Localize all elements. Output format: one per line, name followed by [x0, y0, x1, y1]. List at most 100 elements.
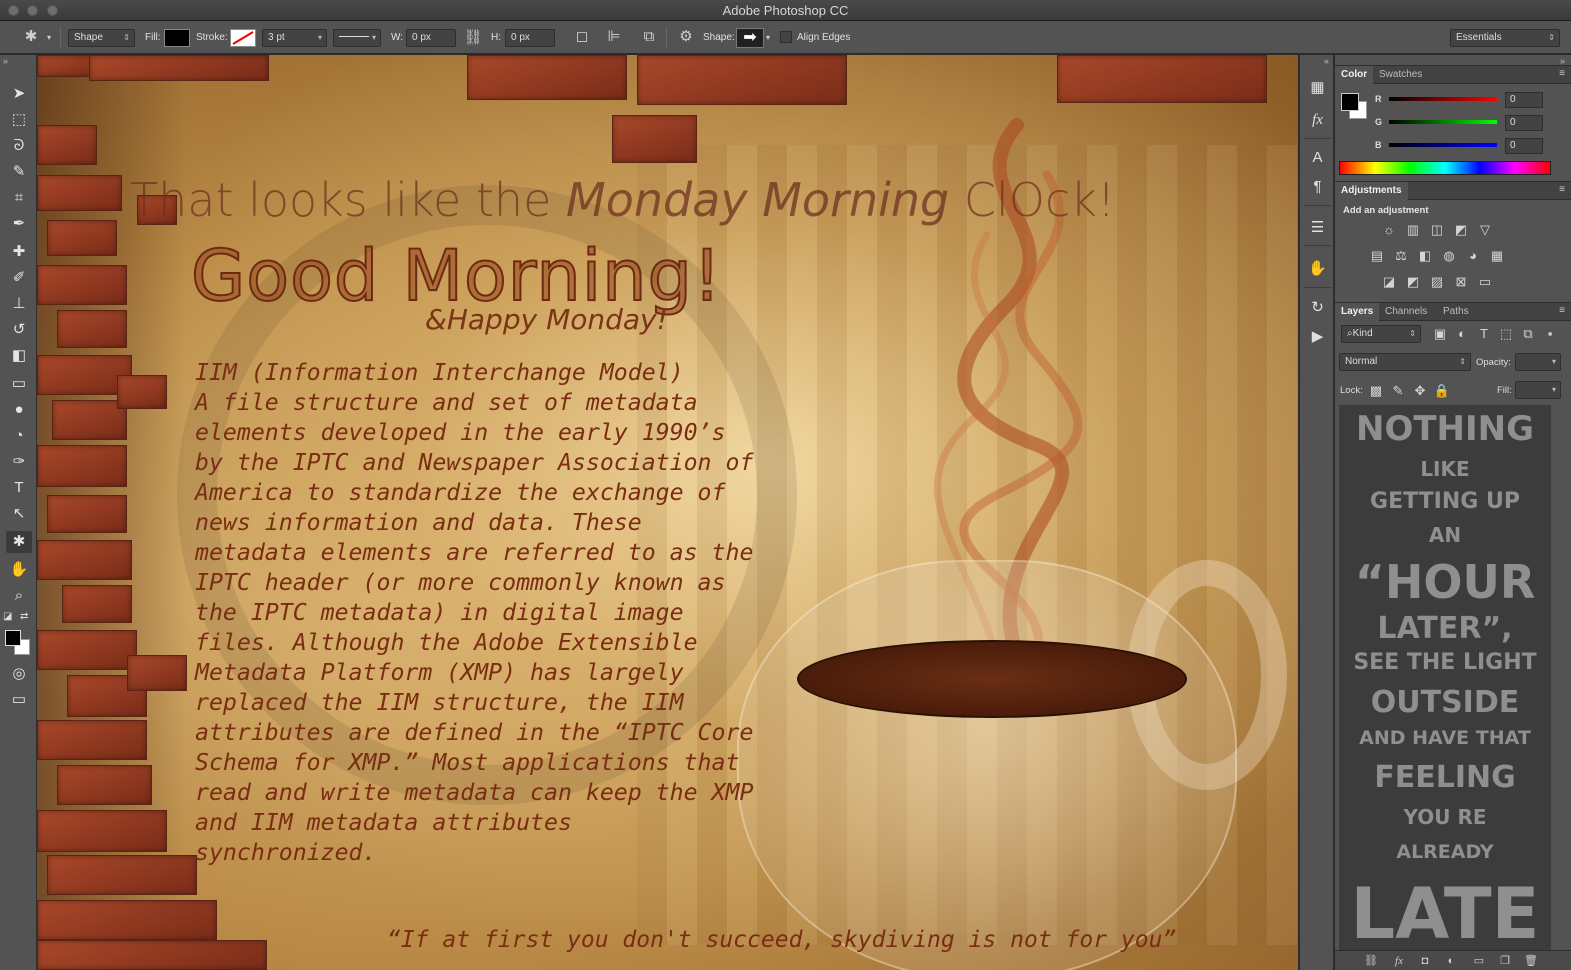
document-canvas[interactable]: That looks like the Monday Morning ClOck…: [37, 55, 1298, 970]
brightness-contrast-icon[interactable]: ☼: [1380, 222, 1398, 238]
stroke-swatch[interactable]: [230, 29, 256, 47]
fill-opacity-input[interactable]: ▾: [1515, 381, 1561, 399]
lock-transparent-icon[interactable]: ▩: [1367, 383, 1385, 399]
collapse-dock-icon[interactable]: «: [1324, 56, 1329, 66]
workspace-select[interactable]: Essentials ⇕: [1450, 29, 1560, 47]
path-arrangement-icon[interactable]: ⧉: [638, 29, 660, 45]
pen-tool[interactable]: ✑: [6, 451, 32, 473]
gradient-tool[interactable]: ▭: [6, 373, 32, 395]
healing-brush-tool[interactable]: ✚: [6, 241, 32, 263]
custom-shape-tool-preset-icon[interactable]: ✱: [20, 29, 42, 45]
tab-adjustments[interactable]: Adjustments: [1335, 182, 1408, 200]
path-select-tool[interactable]: ↖: [6, 503, 32, 525]
posterize-icon[interactable]: ◩: [1404, 274, 1422, 290]
dodge-tool[interactable]: ◔: [6, 425, 32, 447]
delete-layer-icon[interactable]: 🗑: [1523, 953, 1539, 969]
panel-menu-icon[interactable]: ≡: [1559, 68, 1565, 79]
height-input[interactable]: 0 px: [505, 29, 555, 47]
stroke-type-select[interactable]: ▾: [333, 29, 381, 47]
color-spectrum-ramp[interactable]: [1339, 161, 1551, 175]
shape-picker-chevron-icon[interactable]: ▾: [764, 30, 772, 46]
eyedropper-tool[interactable]: ✒: [6, 213, 32, 235]
blur-tool[interactable]: ●: [6, 399, 32, 421]
quick-select-tool[interactable]: ✎: [6, 161, 32, 183]
selective-color-icon[interactable]: ▭: [1476, 274, 1494, 290]
fill-swatch[interactable]: [164, 29, 190, 47]
link-dimensions-icon[interactable]: ⛓: [463, 30, 483, 46]
history-panel-icon[interactable]: ▦: [1305, 77, 1330, 99]
filter-toggle-icon[interactable]: ▪: [1541, 326, 1559, 342]
lock-pixels-icon[interactable]: ✎: [1389, 383, 1407, 399]
subgreeting-text[interactable]: &Happy Monday!: [425, 303, 668, 336]
brush-tool[interactable]: ✐: [6, 267, 32, 289]
threshold-icon[interactable]: ▨: [1428, 274, 1446, 290]
iim-body-text[interactable]: IIM (Information Interchange Model) A fi…: [195, 358, 795, 868]
history-brush-tool[interactable]: ↺: [6, 319, 32, 341]
panel-menu-icon[interactable]: ≡: [1559, 184, 1565, 195]
swap-colors-icon[interactable]: ⇄: [20, 611, 28, 622]
add-layer-mask-icon[interactable]: ◘: [1417, 953, 1433, 969]
clone-stamp-tool[interactable]: ⊥: [6, 293, 32, 315]
arrow-right-icon[interactable]: ➡: [736, 28, 764, 48]
panel-menu-icon[interactable]: ≡: [1559, 305, 1565, 316]
tab-paths[interactable]: Paths: [1437, 303, 1475, 321]
character-panel-icon[interactable]: A: [1305, 147, 1330, 169]
red-value-input[interactable]: 0: [1505, 92, 1543, 108]
gradient-map-icon[interactable]: ⊠: [1452, 274, 1470, 290]
tab-color[interactable]: Color: [1335, 66, 1374, 84]
black-white-icon[interactable]: ◧: [1416, 248, 1434, 264]
align-edges-checkbox[interactable]: [780, 31, 792, 43]
quick-mask-icon[interactable]: ◎: [6, 663, 32, 685]
tool-preset-chevron-icon[interactable]: ▾: [44, 30, 54, 46]
filter-pixel-icon[interactable]: ▣: [1431, 326, 1449, 342]
filter-type-icon[interactable]: T: [1475, 326, 1493, 342]
custom-shape-tool[interactable]: ✱: [6, 531, 32, 553]
color-balance-icon[interactable]: ⚖: [1392, 248, 1410, 264]
hue-saturation-icon[interactable]: ▤: [1368, 248, 1386, 264]
move-tool[interactable]: ➤: [6, 83, 32, 105]
timeline-panel-icon[interactable]: ↻: [1305, 297, 1330, 319]
filter-adjustment-icon[interactable]: ◐: [1453, 326, 1471, 342]
gear-icon[interactable]: ⚙: [676, 29, 696, 45]
color-lookup-icon[interactable]: ▦: [1488, 248, 1506, 264]
filter-smart-object-icon[interactable]: ⧉: [1519, 326, 1537, 342]
lock-position-icon[interactable]: ✥: [1411, 383, 1429, 399]
exposure-icon[interactable]: ◩: [1452, 222, 1470, 238]
crop-tool[interactable]: ⌗: [6, 187, 32, 209]
path-alignment-icon[interactable]: ⊫: [604, 29, 624, 45]
channel-mixer-icon[interactable]: ◕: [1464, 248, 1482, 264]
new-adjustment-layer-icon[interactable]: ◐: [1443, 953, 1459, 969]
headline-text[interactable]: That looks like the Monday Morning ClOck…: [130, 173, 1115, 227]
paragraph-panel-icon[interactable]: ¶: [1305, 176, 1330, 198]
lasso-tool[interactable]: ᘐ: [6, 135, 32, 157]
new-layer-icon[interactable]: ❐: [1497, 953, 1513, 969]
screen-mode-icon[interactable]: ▭: [6, 689, 32, 711]
vibrance-icon[interactable]: ▽: [1476, 222, 1494, 238]
marquee-tool[interactable]: ⬚: [6, 109, 32, 131]
blue-slider[interactable]: B 0: [1375, 138, 1565, 154]
actions-play-icon[interactable]: ▶: [1305, 326, 1330, 348]
tab-swatches[interactable]: Swatches: [1373, 66, 1428, 84]
default-colors-icon[interactable]: ◪: [3, 611, 12, 622]
opacity-input[interactable]: ▾: [1515, 353, 1561, 371]
new-group-icon[interactable]: ▭: [1471, 953, 1487, 969]
layer-filter-select[interactable]: ⌕Kind ⇕: [1341, 325, 1421, 343]
blue-value-input[interactable]: 0: [1505, 138, 1543, 154]
brush-presets-icon[interactable]: ✋: [1305, 258, 1330, 280]
invert-icon[interactable]: ◪: [1380, 274, 1398, 290]
filter-shape-icon[interactable]: ⬚: [1497, 326, 1515, 342]
properties-panel-icon[interactable]: ☰: [1305, 217, 1330, 239]
red-slider[interactable]: R 0: [1375, 92, 1565, 108]
styles-panel-icon[interactable]: fx: [1305, 109, 1330, 131]
lock-all-icon[interactable]: 🔒: [1433, 383, 1451, 399]
stroke-width-input[interactable]: 3 pt ▾: [262, 29, 327, 47]
foreground-color-swatch[interactable]: [5, 630, 21, 646]
path-operations-icon[interactable]: ◻: [572, 29, 592, 45]
hand-tool[interactable]: ✋: [6, 559, 32, 581]
type-tool[interactable]: T: [6, 477, 32, 499]
tab-channels[interactable]: Channels: [1379, 303, 1433, 321]
green-value-input[interactable]: 0: [1505, 115, 1543, 131]
zoom-tool[interactable]: ⌕: [6, 585, 32, 607]
tool-mode-select[interactable]: Shape ⇕: [68, 29, 135, 47]
width-input[interactable]: 0 px: [406, 29, 456, 47]
